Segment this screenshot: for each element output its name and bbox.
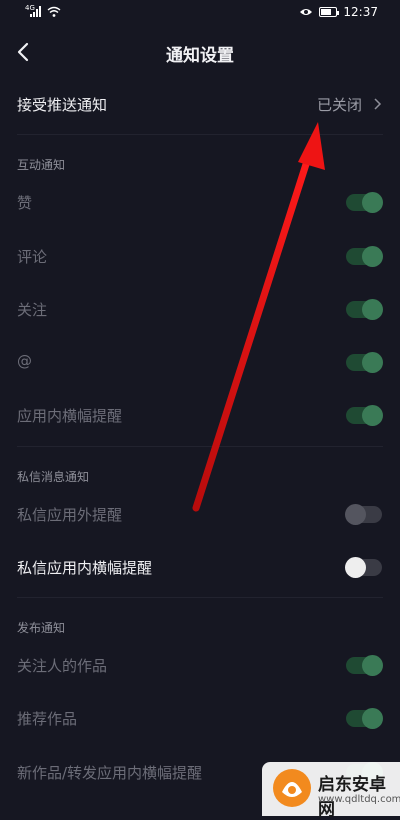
wifi-icon <box>47 6 61 17</box>
toggle-knob <box>362 708 383 729</box>
setting-recommended-works: 推荐作品 <box>0 694 400 744</box>
toggle-knob <box>345 504 366 525</box>
chevron-right-icon <box>374 98 382 110</box>
section-publish: 发布通知 <box>17 621 66 635</box>
follow-toggle[interactable] <box>346 299 383 320</box>
page-title: 通知设置 <box>166 46 234 66</box>
mention-toggle[interactable] <box>346 352 383 373</box>
section-interaction: 互动通知 <box>17 158 66 172</box>
like-label: 赞 <box>17 194 33 212</box>
new-repost-banner-label: 新作品/转发应用内横幅提醒 <box>17 764 203 782</box>
network-type: 4G <box>25 4 35 12</box>
setting-follow: 关注 <box>0 285 400 335</box>
divider <box>17 597 383 598</box>
watermark-logo-icon <box>273 769 311 807</box>
divider <box>17 134 383 135</box>
comment-label: 评论 <box>17 248 48 266</box>
push-label: 接受推送通知 <box>17 96 108 114</box>
push-notifications-row[interactable]: 接受推送通知 已关闭 <box>0 80 400 130</box>
toggle-knob <box>362 192 383 213</box>
dm-inside-banner-label: 私信应用内横幅提醒 <box>17 559 153 577</box>
dm-outside-toggle[interactable] <box>345 504 382 525</box>
status-left: 4G <box>25 4 61 17</box>
setting-dm-outside: 私信应用外提醒 <box>0 490 400 540</box>
status-right: 12:37 <box>299 5 378 19</box>
setting-like: 赞 <box>0 178 400 228</box>
watermark: 启东安卓网 www.qdltdq.com <box>262 762 400 820</box>
dm-outside-label: 私信应用外提醒 <box>17 506 123 524</box>
eye-icon <box>300 9 313 15</box>
nav-bar: 通知设置 <box>0 28 400 76</box>
recommended-works-label: 推荐作品 <box>17 710 78 728</box>
toggle-knob <box>362 299 383 320</box>
followed-works-label: 关注人的作品 <box>17 657 108 675</box>
toggle-knob <box>362 655 383 676</box>
in-app-banner-label: 应用内横幅提醒 <box>17 407 123 425</box>
comment-toggle[interactable] <box>346 246 383 267</box>
watermark-url: www.qdltdq.com <box>318 794 400 805</box>
toggle-knob <box>362 246 383 267</box>
toggle-knob <box>362 405 383 426</box>
toggle-knob <box>345 557 366 578</box>
recommended-works-toggle[interactable] <box>346 708 383 729</box>
setting-followed-works: 关注人的作品 <box>0 641 400 691</box>
setting-in-app-banner: 应用内横幅提醒 <box>0 391 400 441</box>
setting-dm-inside-banner: 私信应用内横幅提醒 <box>0 543 400 593</box>
toggle-knob <box>362 352 383 373</box>
section-messages: 私信消息通知 <box>17 470 90 484</box>
in-app-banner-toggle[interactable] <box>346 405 383 426</box>
followed-works-toggle[interactable] <box>346 655 383 676</box>
battery-icon <box>319 7 340 17</box>
dm-inside-banner-toggle[interactable] <box>345 557 382 578</box>
clock: 12:37 <box>343 5 378 19</box>
follow-label: 关注 <box>17 301 48 319</box>
push-status-value: 已关闭 <box>316 96 362 114</box>
setting-mention: @ <box>0 338 400 388</box>
setting-comment: 评论 <box>0 232 400 282</box>
mention-label: @ <box>17 352 32 370</box>
like-toggle[interactable] <box>346 192 383 213</box>
status-bar: 4G 12:37 <box>0 0 400 26</box>
divider <box>17 446 383 447</box>
